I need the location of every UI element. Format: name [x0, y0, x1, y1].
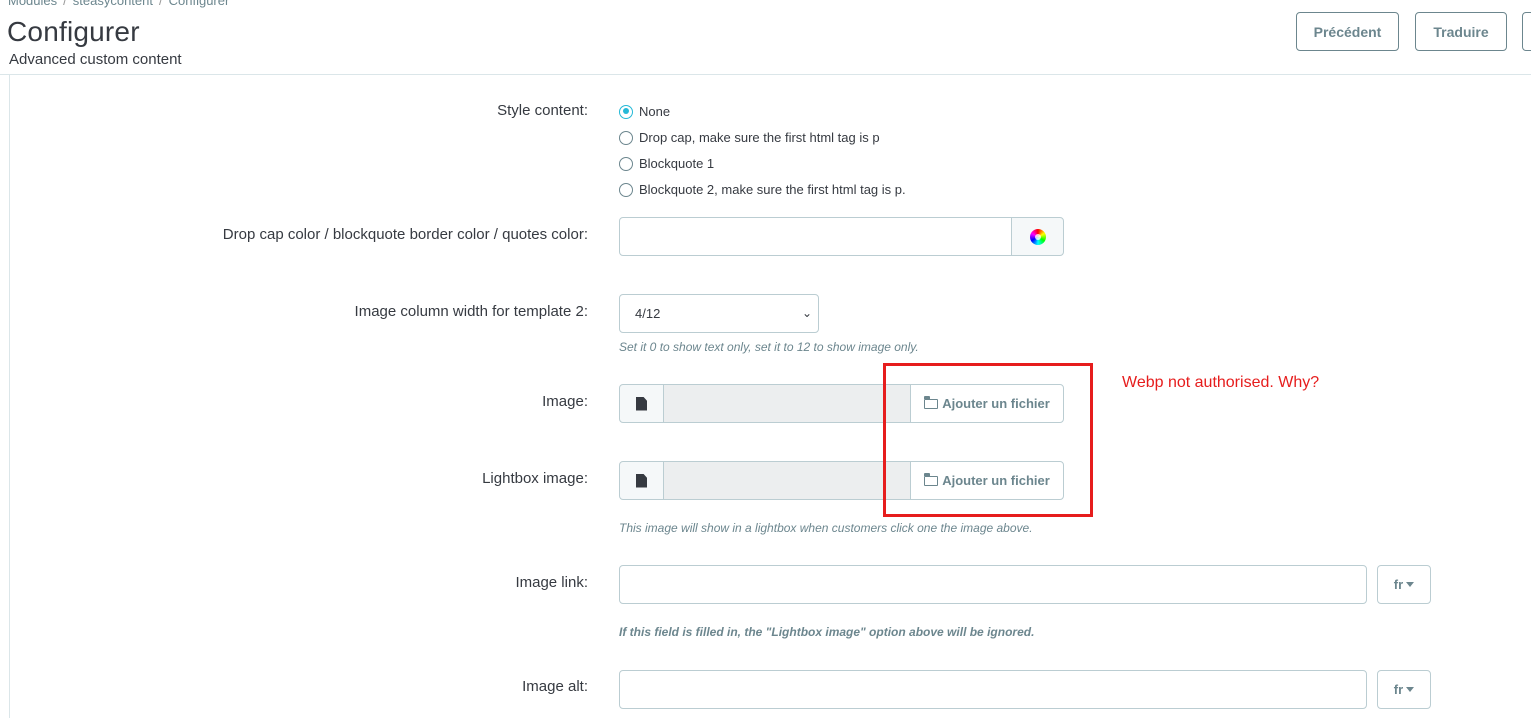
color-picker-icon: [1029, 228, 1046, 245]
page-subtitle: Advanced custom content: [9, 51, 182, 68]
lightbox-image-label: Lightbox image:: [482, 470, 588, 487]
image-link-language-dropdown[interactable]: fr: [1377, 565, 1431, 604]
lightbox-help: This image will show in a lightbox when …: [619, 521, 1033, 535]
breadcrumb-item-modules[interactable]: Modules: [8, 0, 57, 8]
image-link-label: Image link:: [515, 574, 588, 591]
radio-option-drop-cap[interactable]: Drop cap, make sure the first html tag i…: [619, 130, 880, 145]
chevron-down-icon: ⌄: [801, 306, 812, 320]
language-code: fr: [1393, 577, 1404, 592]
annotation-note: Webp not authorised. Why?: [1122, 374, 1320, 391]
radio-option-blockquote-2[interactable]: Blockquote 2, make sure the first html t…: [619, 182, 906, 197]
radio-checked-icon[interactable]: [619, 104, 633, 119]
dropcap-color-input[interactable]: [619, 217, 1012, 256]
radio-icon[interactable]: [619, 156, 633, 171]
breadcrumb-item-current: Configurer: [168, 0, 230, 8]
image-width-select[interactable]: 4/12 ⌄: [619, 294, 819, 333]
image-label: Image:: [542, 393, 588, 410]
image-width-help: Set it 0 to show text only, set it to 12…: [619, 340, 919, 354]
header-divider: [0, 74, 1531, 75]
dropcap-color-label: Drop cap color / blockquote border color…: [222, 226, 588, 243]
radio-label: Blockquote 1: [639, 156, 715, 171]
previous-button[interactable]: Précédent: [1296, 12, 1399, 51]
image-filename-field[interactable]: [664, 384, 910, 423]
file-addon: [619, 461, 664, 500]
panel-left-border: [9, 75, 10, 718]
translate-button[interactable]: Traduire: [1415, 12, 1507, 51]
radio-option-blockquote-1[interactable]: Blockquote 1: [619, 156, 714, 171]
breadcrumb-item-module[interactable]: steasycontent: [73, 0, 153, 8]
style-content-label: Style content:: [497, 102, 588, 119]
file-icon: [636, 396, 647, 411]
image-width-label: Image column width for template 2:: [354, 303, 588, 320]
image-link-help: If this field is filled in, the "Lightbo…: [619, 625, 1035, 639]
radio-icon[interactable]: [619, 130, 633, 145]
image-alt-language-dropdown[interactable]: fr: [1377, 670, 1431, 709]
image-width-value: 4/12: [635, 306, 661, 321]
annotation-highlight-box: [883, 363, 1093, 517]
breadcrumb-separator: /: [158, 0, 163, 8]
page-title: Configurer: [7, 16, 140, 47]
caret-down-icon: [1406, 582, 1415, 587]
breadcrumb-separator: /: [63, 0, 67, 8]
image-link-input[interactable]: [619, 565, 1367, 604]
radio-label: Blockquote 2, make sure the first html t…: [639, 182, 906, 197]
radio-option-none[interactable]: None: [619, 104, 670, 119]
breadcrumb: Modules / steasycontent / Configurer: [8, 0, 229, 8]
radio-icon[interactable]: [619, 182, 633, 197]
caret-down-icon: [1406, 687, 1415, 692]
language-code: fr: [1393, 682, 1404, 697]
image-alt-input[interactable]: [619, 670, 1367, 709]
lightbox-filename-field[interactable]: [664, 461, 910, 500]
file-addon: [619, 384, 664, 423]
color-picker-button[interactable]: [1011, 217, 1064, 256]
radio-label: Drop cap, make sure the first html tag i…: [639, 130, 880, 145]
image-alt-label: Image alt:: [522, 678, 588, 695]
file-icon: [636, 473, 647, 488]
toolbar-overflow-button[interactable]: [1522, 12, 1531, 51]
radio-label: None: [639, 104, 671, 119]
